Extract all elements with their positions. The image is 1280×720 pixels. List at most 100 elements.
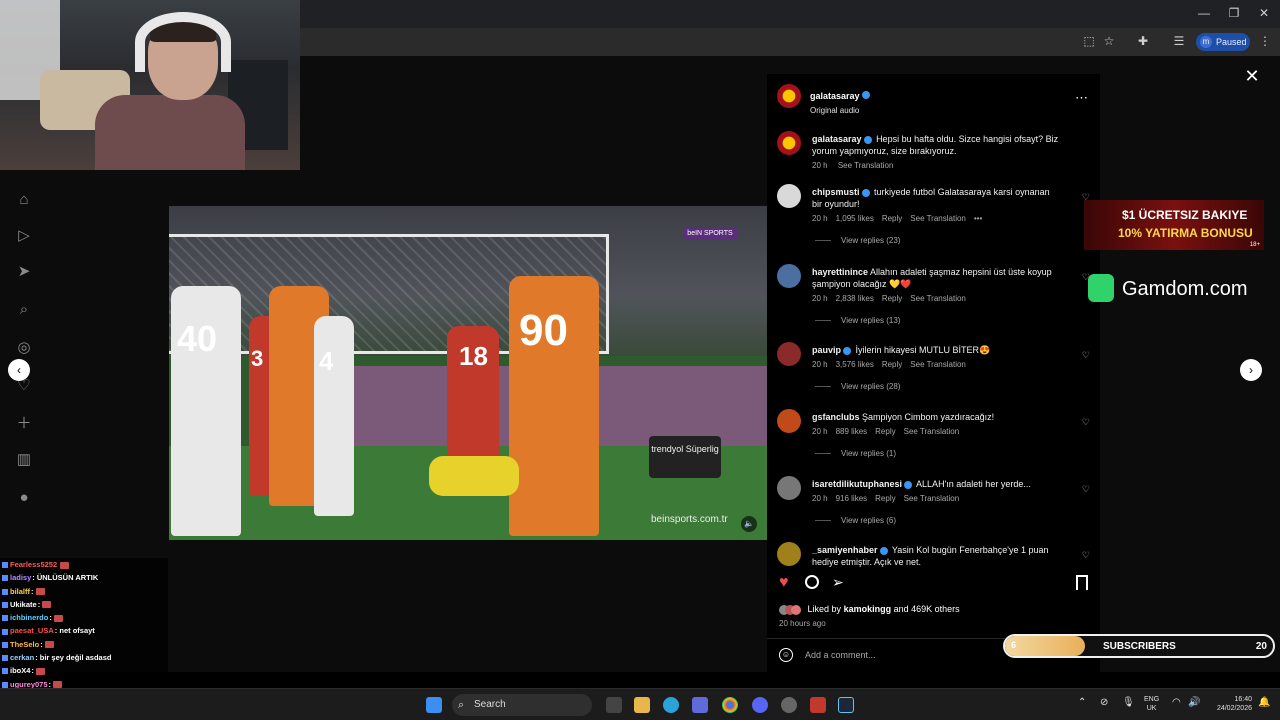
see-translation-link[interactable]: See Translation xyxy=(910,294,966,303)
comment-like-icon[interactable]: ♡ xyxy=(1082,350,1090,361)
profile-icon[interactable]: ● xyxy=(14,488,34,508)
like-heart-icon[interactable]: ♥ xyxy=(779,574,789,592)
chat-username[interactable]: ichbinerdo xyxy=(10,613,48,622)
liked-by-user[interactable]: kamokingg xyxy=(844,604,892,614)
chrome-icon[interactable] xyxy=(722,697,738,713)
tray-chevron-icon[interactable]: ⌃ xyxy=(1078,697,1086,708)
wifi-icon[interactable]: ◠ xyxy=(1172,697,1181,708)
notification-bell-icon[interactable]: 🔔 xyxy=(1258,697,1270,708)
reply-link[interactable]: Reply xyxy=(875,494,895,503)
commenter-avatar[interactable] xyxy=(777,476,801,500)
author-avatar[interactable] xyxy=(777,84,801,108)
comment-likes[interactable]: 889 likes xyxy=(836,427,868,436)
reply-link[interactable]: Reply xyxy=(882,214,902,223)
view-replies-button[interactable]: View replies (28) xyxy=(815,382,900,391)
chat-username[interactable]: Fearless5252 xyxy=(10,560,57,569)
bookmark-star-icon[interactable]: ☆ xyxy=(1100,34,1118,50)
mute-icon[interactable]: 🔈 xyxy=(741,516,757,532)
comment-username[interactable]: _samiyenhaber xyxy=(812,545,878,555)
chat-username[interactable]: Ukikate xyxy=(10,600,37,609)
previous-post-button[interactable]: ‹ xyxy=(8,359,30,381)
comment-username[interactable]: isaretdilikutuphanesi xyxy=(812,479,902,489)
see-translation-link[interactable]: See Translation xyxy=(910,360,966,369)
chat-username[interactable]: paesat_USA xyxy=(10,626,54,635)
view-replies-button[interactable]: View replies (23) xyxy=(815,236,900,245)
comment-likes[interactable]: 1,095 likes xyxy=(836,214,874,223)
comment-username[interactable]: gsfanclubs xyxy=(812,412,860,422)
discord-icon[interactable] xyxy=(752,697,768,713)
volume-icon[interactable]: 🔊 xyxy=(1188,697,1200,708)
comment-username[interactable]: chipsmusti xyxy=(812,187,860,197)
task-view-icon[interactable] xyxy=(606,697,622,713)
reel-video[interactable]: 40 90 18 4 3 beIN SPORTS trendyol Süperl… xyxy=(169,206,767,540)
chat-username[interactable]: ladisy xyxy=(10,573,31,582)
next-post-button[interactable]: › xyxy=(1240,359,1262,381)
liked-by-count[interactable]: and 469K others xyxy=(894,604,960,614)
see-translation-link[interactable]: See Translation xyxy=(904,427,960,436)
browser-menu-icon[interactable]: ⋮ xyxy=(1256,34,1274,50)
reading-list-icon[interactable]: ☰ xyxy=(1170,34,1188,50)
author-name[interactable]: galatasaray xyxy=(810,91,860,101)
clock[interactable]: 16:40 24/02/2026 xyxy=(1208,695,1252,713)
maximize-button[interactable]: ❐ xyxy=(1224,6,1244,22)
commenter-avatar[interactable] xyxy=(777,184,801,208)
network-off-icon[interactable]: ⊘ xyxy=(1100,697,1108,708)
chat-username[interactable]: cerkan xyxy=(10,653,34,662)
see-translation-link[interactable]: See Translation xyxy=(910,214,966,223)
chat-username[interactable]: iboX4 xyxy=(10,666,30,675)
view-replies-button[interactable]: View replies (6) xyxy=(815,516,896,525)
gamdom-ad[interactable]: Gamdom.com xyxy=(1084,270,1274,310)
extensions-icon[interactable]: ✚ xyxy=(1134,34,1152,50)
author-avatar[interactable] xyxy=(777,131,801,155)
create-icon[interactable]: ＋ xyxy=(14,414,34,434)
comment-like-icon[interactable]: ♡ xyxy=(1082,484,1090,495)
comment-likes[interactable]: 916 likes xyxy=(836,494,868,503)
explore-icon[interactable]: ◎ xyxy=(14,338,34,358)
comment-username[interactable]: pauvip xyxy=(812,345,841,355)
store-icon[interactable] xyxy=(692,697,708,713)
edge-icon[interactable] xyxy=(663,697,679,713)
share-icon[interactable]: ➢ xyxy=(832,574,844,591)
home-icon[interactable]: ⌂ xyxy=(14,190,34,210)
view-replies-button[interactable]: View replies (1) xyxy=(815,449,896,458)
reels-icon[interactable]: ▷ xyxy=(14,226,34,246)
taskbar-search[interactable]: ⌕ Search xyxy=(452,694,592,716)
reply-link[interactable]: Reply xyxy=(875,427,895,436)
commenter-avatar[interactable] xyxy=(777,264,801,288)
save-bookmark-icon[interactable] xyxy=(1076,575,1088,590)
install-app-icon[interactable]: ⬚ xyxy=(1080,34,1098,50)
comment-like-icon[interactable]: ♡ xyxy=(1082,417,1090,428)
bonus-ad-banner[interactable]: $1 ÜCRETSIZ BAKIYE 10% YATIRMA BONUSU 18… xyxy=(1084,200,1264,250)
see-translation-link[interactable]: See Translation xyxy=(838,161,894,170)
comment-likes[interactable]: 3,576 likes xyxy=(836,360,874,369)
commenter-avatar[interactable] xyxy=(777,542,801,566)
comment-icon[interactable] xyxy=(805,575,819,589)
steam-icon[interactable] xyxy=(838,697,854,713)
close-window-button[interactable]: ✕ xyxy=(1254,6,1274,22)
mic-icon[interactable]: 🎙 xyxy=(1122,697,1135,708)
search-icon[interactable]: ⌕ xyxy=(14,300,34,320)
close-modal-button[interactable]: ✕ xyxy=(1243,67,1261,85)
profile-paused-button[interactable]: m Paused xyxy=(1196,33,1250,51)
messages-icon[interactable]: ➤ xyxy=(14,262,34,282)
file-explorer-icon[interactable] xyxy=(634,697,650,713)
comment-like-icon[interactable]: ♡ xyxy=(1082,550,1090,561)
chat-username[interactable]: TheSelo xyxy=(10,640,39,649)
comment-more-icon[interactable]: ••• xyxy=(974,214,982,223)
view-replies-button[interactable]: View replies (13) xyxy=(815,316,900,325)
more-options-icon[interactable]: ⋯ xyxy=(1075,90,1088,106)
caption-username[interactable]: galatasaray xyxy=(812,134,862,144)
audio-label[interactable]: Original audio xyxy=(810,106,872,115)
app-icon[interactable] xyxy=(781,697,797,713)
reply-link[interactable]: Reply xyxy=(882,294,902,303)
reply-link[interactable]: Reply xyxy=(882,360,902,369)
minimize-button[interactable]: — xyxy=(1194,6,1214,22)
commenter-avatar[interactable] xyxy=(777,342,801,366)
obs-icon[interactable] xyxy=(810,697,826,713)
add-comment-input[interactable]: Add a comment... xyxy=(805,650,876,660)
emoji-icon[interactable]: ☺ xyxy=(779,648,793,662)
comment-likes[interactable]: 2,838 likes xyxy=(836,294,874,303)
dashboard-icon[interactable]: ▥ xyxy=(14,450,34,470)
language-indicator[interactable]: ENG UK xyxy=(1144,695,1159,713)
commenter-avatar[interactable] xyxy=(777,409,801,433)
